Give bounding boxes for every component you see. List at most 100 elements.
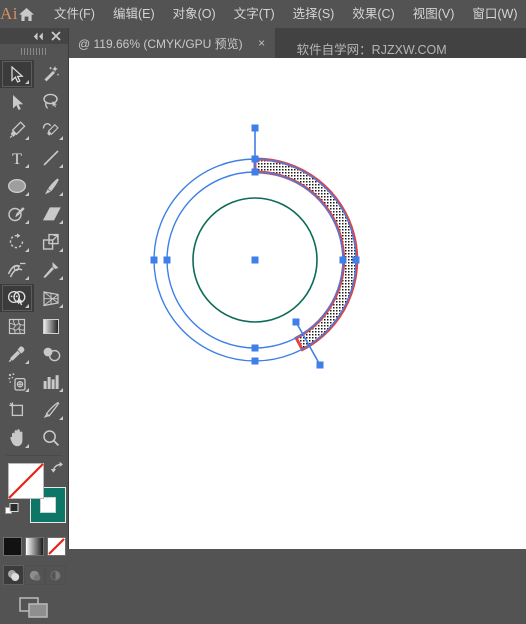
menu-select[interactable]: 选择(S) <box>284 5 344 24</box>
tool-flyout-indicator <box>25 304 29 308</box>
tool-flyout-indicator <box>25 248 29 252</box>
tool-flyout-indicator <box>25 444 29 448</box>
scale-tool[interactable] <box>34 228 68 256</box>
grip-dots-icon <box>21 47 47 55</box>
app-logo: Ai <box>0 4 18 23</box>
menu-file[interactable]: 文件(F) <box>45 5 104 24</box>
tool-flyout-indicator <box>25 388 29 392</box>
left-outer-anchor[interactable] <box>150 256 158 264</box>
line-segment-tool[interactable] <box>34 144 68 172</box>
tool-flyout-indicator <box>25 276 29 280</box>
blend-tool[interactable] <box>34 340 68 368</box>
draw-normal-mode[interactable] <box>2 565 24 585</box>
shape-builder-tool[interactable] <box>0 284 34 312</box>
close-panel-icon[interactable] <box>49 29 63 43</box>
tools-panel-header <box>0 28 68 44</box>
draw-behind-mode[interactable] <box>23 565 45 585</box>
document-tab-bar: @ 119.66% (CMYK/GPU 预览) × 软件自学网：RJZXW.CO… <box>0 28 526 58</box>
shaper-tool[interactable] <box>0 200 34 228</box>
change-screen-mode[interactable] <box>19 597 49 624</box>
tools-panel-grip[interactable] <box>0 44 68 58</box>
tool-flyout-indicator <box>59 192 63 196</box>
menu-item-list: 文件(F) 编辑(E) 对象(O) 文字(T) 选择(S) 效果(C) 视图(V… <box>45 0 526 28</box>
tool-flyout-indicator <box>59 388 63 392</box>
rotate-tool[interactable] <box>0 228 34 256</box>
top-inner-anchor[interactable] <box>251 168 259 176</box>
stroke-swatch-inner <box>40 497 56 513</box>
width-tool[interactable] <box>0 256 34 284</box>
tool-flyout-indicator <box>59 304 63 308</box>
right-inner-anchor[interactable] <box>339 256 347 264</box>
fill-swatch[interactable] <box>8 463 44 499</box>
gradient-tool[interactable] <box>34 312 68 340</box>
menu-type[interactable]: 文字(T) <box>225 5 284 24</box>
fill-type-row <box>0 537 68 556</box>
menu-view[interactable]: 视图(V) <box>404 5 464 24</box>
document-canvas[interactable] <box>69 58 526 549</box>
document-tab-label: @ 119.66% (CMYK/GPU 预览) <box>78 36 243 51</box>
fill-stroke-controls <box>0 459 68 535</box>
watermark-text: 软件自学网：RJZXW.COM <box>296 43 447 57</box>
menu-object[interactable]: 对象(O) <box>164 5 225 24</box>
document-tab[interactable]: @ 119.66% (CMYK/GPU 预览) × <box>68 28 275 58</box>
top-handle-anchor[interactable] <box>251 124 259 132</box>
tool-flyout-indicator <box>59 164 63 168</box>
selection-tool[interactable] <box>0 60 34 88</box>
mesh-tool[interactable] <box>0 312 34 340</box>
bottom-inner-anchor[interactable] <box>251 344 259 352</box>
tool-flyout-indicator <box>59 276 63 280</box>
tool-flyout-indicator <box>25 220 29 224</box>
eraser-tool[interactable] <box>34 200 68 228</box>
home-icon[interactable] <box>18 0 35 28</box>
free-transform-tool[interactable] <box>34 256 68 284</box>
arc-handle-anchor[interactable] <box>316 361 324 369</box>
default-fill-stroke-icon[interactable] <box>5 503 19 517</box>
menu-effect[interactable]: 效果(C) <box>343 5 403 24</box>
right-outer-anchor[interactable] <box>352 256 360 264</box>
draw-inside-mode[interactable] <box>44 565 66 585</box>
pen-tool[interactable] <box>0 116 34 144</box>
perspective-grid-tool[interactable] <box>34 284 68 312</box>
symbol-sprayer-tool[interactable] <box>0 368 34 396</box>
menu-edit[interactable]: 编辑(E) <box>104 5 164 24</box>
zoom-tool[interactable] <box>34 424 68 452</box>
magic-wand-tool[interactable] <box>34 60 68 88</box>
fill-type-color[interactable] <box>2 537 22 556</box>
fill-type-none[interactable] <box>46 537 66 556</box>
swap-fill-stroke-icon[interactable] <box>50 461 64 475</box>
draw-mode-row <box>0 565 68 585</box>
left-inner-anchor[interactable] <box>163 256 171 264</box>
tool-flyout-indicator <box>59 220 63 224</box>
tool-flyout-indicator <box>59 416 63 420</box>
center-anchor[interactable] <box>251 256 259 264</box>
tool-flyout-indicator <box>59 248 63 252</box>
slice-tool[interactable] <box>34 396 68 424</box>
direct-selection-tool[interactable] <box>0 88 34 116</box>
svg-text:T: T <box>12 151 22 167</box>
lasso-tool[interactable] <box>34 88 68 116</box>
menu-window[interactable]: 窗口(W) <box>463 5 526 24</box>
artwork-svg <box>150 124 360 369</box>
column-graph-tool[interactable] <box>34 368 68 396</box>
tool-grid: T <box>0 58 68 452</box>
collapse-panel-icon[interactable] <box>31 29 45 43</box>
top-outer-anchor[interactable] <box>251 155 259 163</box>
screen-mode-row <box>0 597 68 624</box>
close-icon[interactable]: × <box>255 36 269 50</box>
bottom-outer-anchor[interactable] <box>251 357 259 365</box>
type-tool[interactable]: T <box>0 144 34 172</box>
fill-type-gradient[interactable] <box>24 537 44 556</box>
eyedropper-tool[interactable] <box>0 340 34 368</box>
ellipse-tool[interactable] <box>0 172 34 200</box>
artboard-tool[interactable] <box>0 396 34 424</box>
paintbrush-tool[interactable] <box>34 172 68 200</box>
tool-flyout-indicator <box>25 136 29 140</box>
hand-tool[interactable] <box>0 424 34 452</box>
tools-panel: T <box>0 28 69 618</box>
arc-end-anchor[interactable] <box>292 318 300 326</box>
tools-divider <box>6 455 62 456</box>
tool-flyout-indicator <box>59 136 63 140</box>
menu-bar: Ai 文件(F) 编辑(E) 对象(O) 文字(T) 选择(S) 效果(C) 视… <box>0 0 526 28</box>
curvature-tool[interactable] <box>34 116 68 144</box>
none-slash-icon <box>8 463 44 499</box>
